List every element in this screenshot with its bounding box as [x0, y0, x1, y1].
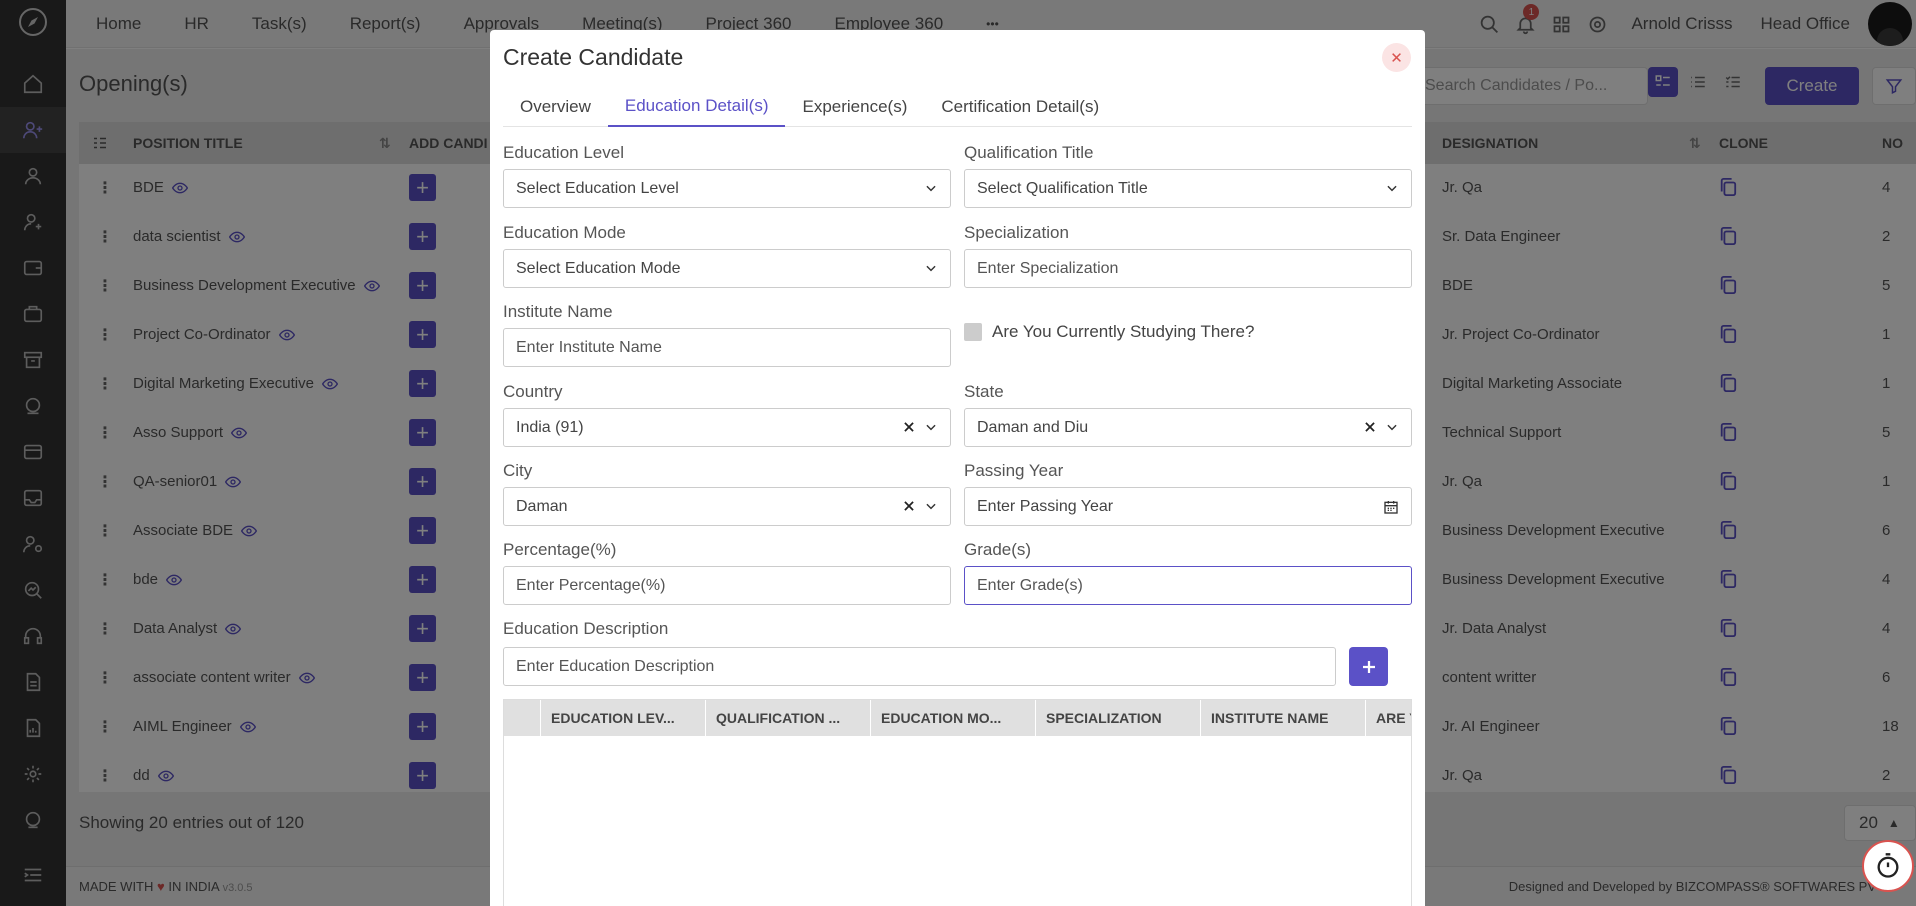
specialization-input[interactable]: Enter Specialization [964, 249, 1412, 288]
passing-year-label: Passing Year [964, 461, 1064, 480]
tab-certification-details[interactable]: Certification Detail(s) [924, 87, 1116, 127]
clear-icon[interactable] [902, 499, 916, 518]
percentage-input[interactable]: Enter Percentage(%) [503, 566, 951, 605]
chevron-down-icon [1385, 420, 1399, 439]
stopwatch-icon[interactable] [1862, 840, 1914, 892]
header-education-level[interactable]: EDUCATION LEV... [541, 700, 706, 736]
chevron-down-icon [1385, 181, 1399, 200]
chevron-down-icon [924, 420, 938, 439]
header-specialization[interactable]: SPECIALIZATION [1036, 700, 1201, 736]
chevron-down-icon [924, 261, 938, 280]
add-education-button[interactable] [1349, 647, 1388, 686]
education-table-header: EDUCATION LEV... QUALIFICATION ... EDUCA… [504, 700, 1411, 736]
passing-year-value: Enter Passing Year [977, 497, 1114, 515]
institute-name-label: Institute Name [503, 302, 613, 321]
currently-studying-row: Are You Currently Studying There? [964, 322, 1254, 342]
grades-input[interactable]: Enter Grade(s) [964, 566, 1412, 605]
qualification-title-label: Qualification Title [964, 143, 1094, 162]
education-level-value: Select Education Level [516, 179, 679, 197]
country-value: India (91) [516, 418, 584, 436]
education-mode-select[interactable]: Select Education Mode [503, 249, 951, 288]
header-education-mode[interactable]: EDUCATION MO... [871, 700, 1036, 736]
modal-title: Create Candidate [503, 44, 684, 70]
header-qualification[interactable]: QUALIFICATION ... [706, 700, 871, 736]
tab-overview[interactable]: Overview [503, 87, 608, 127]
state-label: State [964, 382, 1004, 401]
state-select[interactable]: Daman and Diu [964, 408, 1412, 447]
education-table: EDUCATION LEV... QUALIFICATION ... EDUCA… [503, 699, 1412, 906]
city-select[interactable]: Daman [503, 487, 951, 526]
education-mode-value: Select Education Mode [516, 259, 681, 277]
institute-name-input[interactable]: Enter Institute Name [503, 328, 951, 367]
clear-icon[interactable] [1363, 420, 1377, 439]
country-select[interactable]: India (91) [503, 408, 951, 447]
chevron-down-icon [924, 181, 938, 200]
state-value: Daman and Diu [977, 418, 1089, 436]
modal-tabs: Overview Education Detail(s) Experience(… [503, 87, 1412, 127]
education-mode-label: Education Mode [503, 223, 626, 242]
education-level-label: Education Level [503, 143, 624, 162]
education-description-input[interactable]: Enter Education Description [503, 647, 1336, 686]
country-label: Country [503, 382, 563, 401]
city-label: City [503, 461, 533, 480]
clear-icon[interactable] [902, 420, 916, 439]
tab-education-details[interactable]: Education Detail(s) [607, 87, 786, 127]
qualification-title-value: Select Qualification Title [977, 179, 1148, 197]
chevron-down-icon [924, 499, 938, 518]
specialization-label: Specialization [964, 223, 1069, 242]
grades-label: Grade(s) [964, 540, 1032, 559]
city-value: Daman [516, 497, 568, 515]
calendar-icon[interactable] [1383, 499, 1399, 520]
header-institute-name[interactable]: INSTITUTE NAME [1201, 700, 1366, 736]
header-currently-studying[interactable]: ARE Y [1366, 700, 1411, 736]
currently-studying-label: Are You Currently Studying There? [992, 322, 1255, 341]
education-level-select[interactable]: Select Education Level [503, 169, 951, 208]
tab-experiences[interactable]: Experience(s) [785, 87, 924, 127]
passing-year-input[interactable]: Enter Passing Year [964, 487, 1412, 526]
currently-studying-checkbox[interactable] [964, 323, 982, 341]
qualification-title-select[interactable]: Select Qualification Title [964, 169, 1412, 208]
education-description-label: Education Description [503, 619, 669, 638]
percentage-label: Percentage(%) [503, 540, 617, 559]
close-icon[interactable]: ✕ [1382, 43, 1411, 72]
create-candidate-modal: Create Candidate ✕ Overview Education De… [490, 30, 1425, 906]
select-column [504, 700, 541, 736]
